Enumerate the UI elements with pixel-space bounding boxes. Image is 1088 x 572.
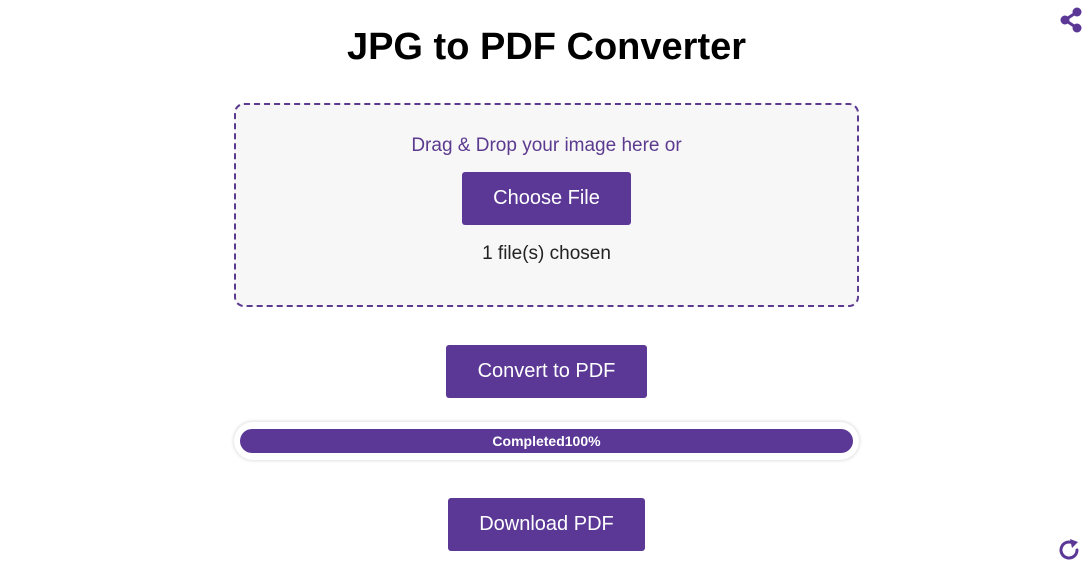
file-dropzone[interactable]: Drag & Drop your image here or Choose Fi… [234,103,859,307]
choose-file-button[interactable]: Choose File [462,172,631,225]
progress-label: Completed100% [492,433,601,449]
download-pdf-button[interactable]: Download PDF [448,498,645,551]
convert-to-pdf-button[interactable]: Convert to PDF [446,345,647,398]
refresh-icon[interactable] [1056,537,1082,563]
share-icon[interactable] [1058,7,1084,33]
file-status-text: 1 file(s) chosen [482,243,611,264]
progress-bar: Completed100% [234,422,859,460]
page: JPG to PDF Converter Drag & Drop your im… [0,0,1088,572]
page-title: JPG to PDF Converter [346,26,747,68]
dropzone-prompt: Drag & Drop your image here or [411,135,682,156]
